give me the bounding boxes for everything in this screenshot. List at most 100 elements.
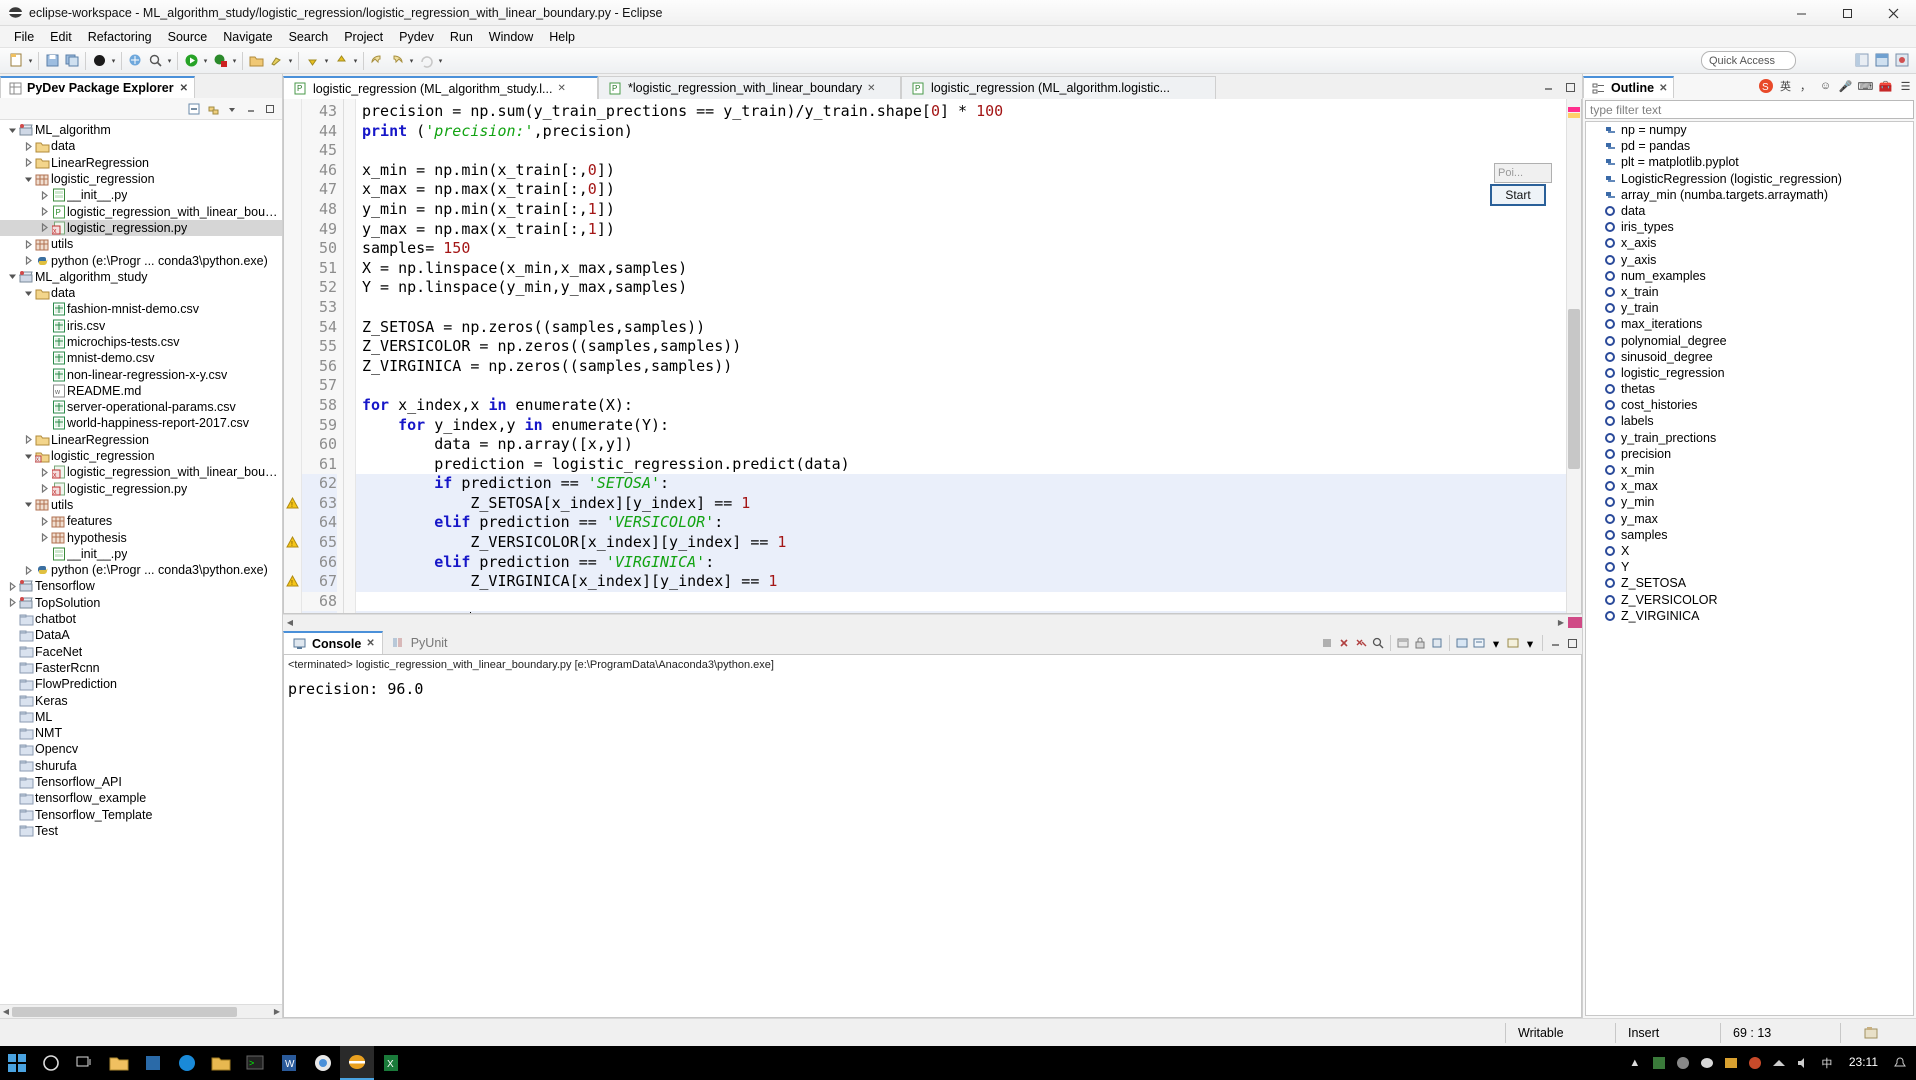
start-button[interactable]: Start xyxy=(1490,184,1546,206)
ime-keyboard-icon[interactable]: ⌨ xyxy=(1857,78,1874,95)
tree-item[interactable]: fashion-mnist-demo.csv xyxy=(0,301,282,317)
outline-item[interactable]: pd = pandas xyxy=(1586,138,1913,154)
outline-item[interactable]: max_iterations xyxy=(1586,316,1913,332)
tray-app2-icon[interactable] xyxy=(1673,1053,1693,1073)
perspective-pydev-icon[interactable] xyxy=(1872,50,1892,70)
tray-network-icon[interactable] xyxy=(1769,1053,1789,1073)
expand-arrow-icon[interactable] xyxy=(38,207,50,217)
sogou-logo-icon[interactable]: S xyxy=(1757,78,1774,95)
outline-item[interactable]: x_max xyxy=(1586,478,1913,494)
code-line[interactable]: Z_VERSICOLOR[x_index][y_index] == 1 xyxy=(356,533,1581,553)
code-line[interactable]: Z_SETOSA[x_index][y_index] == 1 xyxy=(356,493,1581,514)
code-line[interactable] xyxy=(356,298,1581,318)
code-line[interactable]: prediction = logistic_regression.predict… xyxy=(356,455,1581,475)
collapse-arrow-icon[interactable] xyxy=(22,500,34,509)
link-with-editor-icon[interactable] xyxy=(205,101,221,117)
tree-item[interactable]: shurufa xyxy=(0,758,282,774)
expand-arrow-icon[interactable] xyxy=(22,141,34,151)
next-annotation-dropdown-icon[interactable]: ▾ xyxy=(322,51,331,71)
editor-vscroll-thumb[interactable] xyxy=(1568,309,1580,469)
code-line[interactable]: Z_VERSICOLOR = np.zeros((samples,samples… xyxy=(356,337,1581,357)
code-line[interactable]: elif prediction == 'VERSICOLOR': xyxy=(356,513,1581,534)
annotation-marker-warning[interactable] xyxy=(1568,113,1580,118)
tree-item[interactable]: ML xyxy=(0,709,282,725)
debug-icon[interactable] xyxy=(89,51,109,71)
expand-arrow-icon[interactable] xyxy=(38,190,50,200)
tab-pyunit[interactable]: PyUnit xyxy=(383,631,455,654)
code-line[interactable]: precision = np.sum(y_train_prections == … xyxy=(356,102,1581,122)
ime-emoji-icon[interactable]: ☺ xyxy=(1817,78,1834,95)
tree-item[interactable]: Tensorflow_Template xyxy=(0,806,282,822)
tree-item[interactable]: python (e:\Progr ... conda3\python.exe) xyxy=(0,562,282,578)
remove-all-launches-icon[interactable] xyxy=(1353,635,1369,651)
code-line[interactable]: data = np.array([x,y]) xyxy=(356,435,1581,455)
menu-item-navigate[interactable]: Navigate xyxy=(215,28,280,46)
tree-item[interactable]: Keras xyxy=(0,692,282,708)
taskbar-clock[interactable]: 23:11 xyxy=(1841,1056,1886,1069)
tree-item[interactable]: server-operational-params.csv xyxy=(0,399,282,415)
tree-item[interactable]: TopSolution xyxy=(0,595,282,611)
tree-item[interactable]: non-linear-regression-x-y.csv xyxy=(0,366,282,382)
refresh-icon[interactable] xyxy=(416,51,436,71)
code-line[interactable]: Z_VIRGINICA[x_index][y_index] == 1 xyxy=(356,572,1581,592)
warning-marker-icon[interactable]: ! xyxy=(286,575,299,588)
outline-item[interactable]: y_train xyxy=(1586,300,1913,316)
outline-item[interactable]: Y xyxy=(1586,559,1913,575)
menu-item-window[interactable]: Window xyxy=(481,28,541,46)
tree-item[interactable]: __init__.py xyxy=(0,546,282,562)
pin-console-icon[interactable] xyxy=(1429,635,1445,651)
tree-item[interactable]: Tensorflow xyxy=(0,578,282,594)
outline-filter-input[interactable]: type filter text xyxy=(1585,100,1914,119)
tree-item[interactable]: __init__.py xyxy=(0,187,282,203)
outline-item[interactable]: X xyxy=(1586,543,1913,559)
tree-item[interactable]: world-happiness-report-2017.csv xyxy=(0,415,282,431)
outline-item[interactable]: logistic_regression xyxy=(1586,365,1913,381)
close-icon[interactable]: ✕ xyxy=(366,638,374,649)
minimize-view-icon[interactable] xyxy=(243,101,259,117)
menu-item-source[interactable]: Source xyxy=(160,28,216,46)
tree-item[interactable]: tensorflow_example xyxy=(0,790,282,806)
tab-outline[interactable]: Outline ✕ xyxy=(1583,76,1675,98)
menu-item-help[interactable]: Help xyxy=(541,28,583,46)
tree-item[interactable]: DataA xyxy=(0,627,282,643)
editor-code-text[interactable]: precision = np.sum(y_train_prections == … xyxy=(356,99,1581,613)
close-icon[interactable]: ✕ xyxy=(867,83,875,94)
outline-item[interactable]: x_train xyxy=(1586,284,1913,300)
tree-item[interactable]: logistic_regression xyxy=(0,171,282,187)
code-line[interactable]: X = np.linspace(x_min,x_max,samples) xyxy=(356,259,1581,279)
outline-item[interactable]: cost_histories xyxy=(1586,397,1913,413)
taskbar-app-excel-icon[interactable]: X xyxy=(374,1046,408,1080)
outline-item[interactable]: Z_SETOSA xyxy=(1586,575,1913,591)
collapse-all-icon[interactable] xyxy=(186,101,202,117)
outline-item[interactable]: samples xyxy=(1586,527,1913,543)
find-replace-icon[interactable] xyxy=(1370,635,1386,651)
taskbar-app-word-icon[interactable]: W xyxy=(272,1046,306,1080)
code-line[interactable]: y_min = np.min(x_train[:,1]) xyxy=(356,200,1581,220)
close-icon[interactable]: ✕ xyxy=(1659,83,1667,94)
cortana-search-icon[interactable] xyxy=(34,1046,68,1080)
tree-item[interactable]: data xyxy=(0,138,282,154)
console-output[interactable]: precision: 96.0 xyxy=(283,674,1582,1018)
tray-app3-icon[interactable] xyxy=(1697,1053,1717,1073)
tree-item[interactable]: hypothesis xyxy=(0,529,282,545)
outline-item[interactable]: labels xyxy=(1586,413,1913,429)
outline-item[interactable]: y_axis xyxy=(1586,252,1913,268)
pin-icon[interactable] xyxy=(266,51,286,71)
open-console-icon[interactable] xyxy=(1471,635,1487,651)
save-icon[interactable] xyxy=(42,51,62,71)
tree-item[interactable]: ML_algorithm xyxy=(0,122,282,138)
taskbar-app-terminal-icon[interactable]: > xyxy=(238,1046,272,1080)
taskbar-app-chrome-icon[interactable] xyxy=(306,1046,340,1080)
collapse-arrow-icon[interactable] xyxy=(22,289,34,298)
editor-hscrollbar[interactable]: ◀ ▶ xyxy=(283,614,1582,629)
run-dropdown-icon[interactable]: ▾ xyxy=(201,51,210,71)
editor-tab-0[interactable]: P logistic_regression (ML_algorithm_stud… xyxy=(283,76,598,99)
code-line[interactable]: if prediction == 'SETOSA': xyxy=(356,474,1581,494)
tree-item[interactable]: FlowPrediction xyxy=(0,676,282,692)
status-smart-insert-icon[interactable] xyxy=(1840,1022,1900,1043)
tree-item[interactable]: microchips-tests.csv xyxy=(0,334,282,350)
ime-menu-icon[interactable]: ☰ xyxy=(1897,78,1914,95)
back-icon[interactable] xyxy=(367,51,387,71)
outline-item[interactable]: precision xyxy=(1586,446,1913,462)
code-line[interactable]: for x_index,x in enumerate(X): xyxy=(356,396,1581,416)
